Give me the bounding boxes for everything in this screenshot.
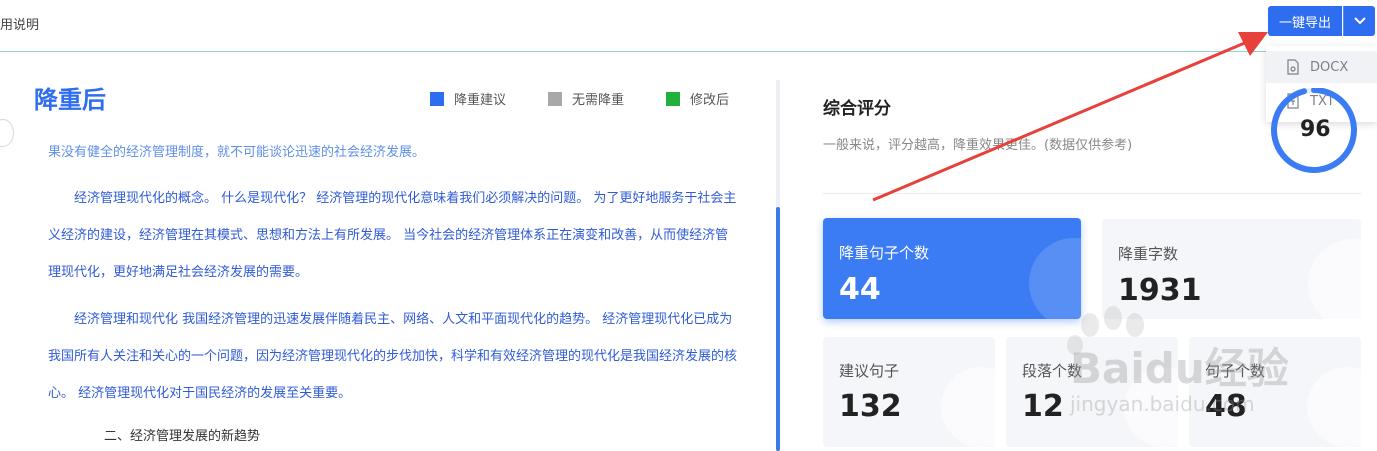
legend-label: 降重建议 bbox=[454, 93, 507, 108]
legend-item-suggest: 降重建议 bbox=[430, 89, 506, 108]
legend-swatch bbox=[548, 91, 562, 106]
legend-label: 无需降重 bbox=[572, 93, 625, 108]
scrollbar-thumb[interactable] bbox=[776, 207, 780, 451]
stat-card-reduced-sentences: 降重句子个数 44 bbox=[823, 218, 1081, 319]
watermark-url: jingyan.baidu.com bbox=[1070, 392, 1255, 416]
usage-instructions-link[interactable]: 用说明 bbox=[0, 14, 39, 33]
legend-label: 修改后 bbox=[690, 93, 730, 108]
stat-label: 降重句子个数 bbox=[839, 244, 930, 262]
legend-swatch bbox=[430, 91, 444, 106]
paragraph-2: 经济管理和现代化 我国经济管理的迅速发展伴随着民主、网络、人文和平面现代化的趋势… bbox=[48, 312, 738, 401]
card-decoration bbox=[941, 367, 995, 447]
stat-card-suggested-sentences: 建议句子 132 bbox=[823, 337, 995, 447]
paragraph-1: 经济管理现代化的概念。 什么是现代化？ 经济管理的现代化意味着我们必须解决的问题… bbox=[48, 191, 737, 280]
score-description: 一般来说，评分越高，降重效果更佳。(数据仅供参考) bbox=[823, 138, 1133, 153]
export-button[interactable]: 一键导出 bbox=[1268, 6, 1342, 36]
score-title: 综合评分 bbox=[823, 99, 891, 119]
docx-file-icon bbox=[1287, 59, 1299, 75]
page-title: 降重后 bbox=[34, 86, 106, 114]
paragraph-0: 果没有健全的经济管理制度，就不可能谈论迅速的社会经济发展。 bbox=[48, 145, 426, 160]
legend-swatch bbox=[666, 91, 680, 106]
export-dropdown-toggle[interactable] bbox=[1343, 6, 1375, 36]
score-value: 96 bbox=[1300, 117, 1331, 142]
subheading: 二、经济管理发展的新趋势 bbox=[104, 429, 261, 444]
stat-value: 132 bbox=[839, 389, 902, 424]
divider bbox=[823, 193, 1361, 194]
stat-label: 建议句子 bbox=[839, 362, 900, 380]
export-menu-item-docx[interactable]: DOCX bbox=[1266, 51, 1377, 83]
legend-item-modified: 修改后 bbox=[666, 89, 729, 108]
stat-value: 44 bbox=[839, 272, 881, 307]
chevron-down-icon bbox=[1353, 17, 1366, 25]
docx-label: DOCX bbox=[1310, 59, 1349, 75]
watermark-text: Baidu经验 bbox=[1070, 344, 1289, 393]
collapse-handle[interactable] bbox=[0, 119, 14, 147]
top-bar: 用说明 bbox=[0, 0, 1377, 52]
stat-label: 降重字数 bbox=[1118, 245, 1179, 263]
legend-item-no-need: 无需降重 bbox=[548, 89, 624, 108]
